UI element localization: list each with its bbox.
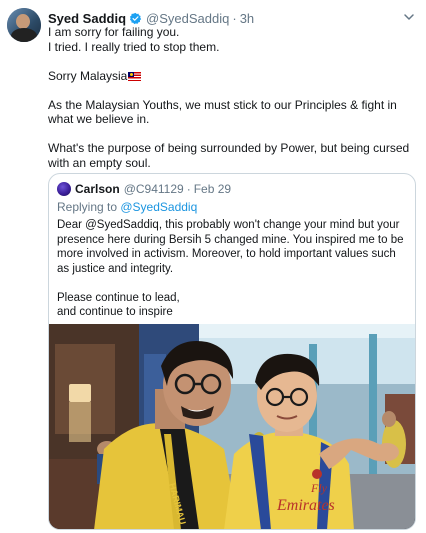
separator-dot: · bbox=[186, 182, 191, 196]
tweet-line: Sorry Malaysia bbox=[48, 69, 420, 84]
quoted-text: Dear @SyedSaddiq, this probably won't ch… bbox=[57, 218, 411, 320]
quoted-author-handle[interactable]: @C941129 bbox=[124, 182, 184, 196]
tweet-line: I tried. I really tried to stop them. bbox=[48, 39, 220, 54]
malaysia-flag-icon bbox=[128, 71, 142, 81]
quoted-line: Please continue to lead, bbox=[57, 291, 180, 304]
quoted-date[interactable]: Feb 29 bbox=[194, 182, 231, 196]
tweet-header: Syed Saddiq @SyedSaddiq · 3h bbox=[48, 10, 254, 26]
tweet-text: I am sorry for failing you. I tried. I r… bbox=[48, 25, 420, 170]
replying-to: Replying to @SyedSaddiq bbox=[57, 200, 197, 214]
tweet-paragraph: What's the purpose of being surrounded b… bbox=[48, 141, 410, 170]
sorry-text: Sorry Malaysia bbox=[48, 68, 128, 83]
quoted-tweet[interactable]: Carlson @C941129 · Feb 29 Replying to @S… bbox=[48, 173, 416, 530]
tweet[interactable]: Syed Saddiq @SyedSaddiq · 3h I am sorry … bbox=[0, 0, 426, 533]
author-name[interactable]: Syed Saddiq bbox=[48, 11, 126, 26]
quoted-paragraph: Dear @SyedSaddiq, this probably won't ch… bbox=[57, 219, 404, 275]
tweet-paragraph: As the Malaysian Youths, we must stick t… bbox=[48, 97, 397, 127]
quoted-header: Carlson @C941129 · Feb 29 bbox=[75, 182, 231, 196]
quoted-photo[interactable]: Fly Emirates HARIMAU bbox=[49, 324, 415, 529]
shirt-text: Emirates bbox=[276, 497, 335, 514]
replying-prefix: Replying to bbox=[57, 200, 121, 214]
shirt-text: Fly bbox=[310, 481, 328, 495]
replying-mention-link[interactable]: @SyedSaddiq bbox=[120, 200, 197, 214]
tweet-timestamp[interactable]: 3h bbox=[240, 11, 254, 26]
quoted-avatar[interactable] bbox=[57, 182, 71, 196]
verified-badge-icon bbox=[130, 12, 142, 24]
author-handle[interactable]: @SyedSaddiq bbox=[146, 11, 229, 26]
separator-dot: · bbox=[232, 10, 237, 26]
photo-scene: Fly Emirates HARIMAU bbox=[49, 324, 415, 529]
chevron-down-icon[interactable] bbox=[402, 10, 416, 24]
tweet-line: I am sorry for failing you. bbox=[48, 25, 180, 39]
avatar[interactable] bbox=[7, 8, 41, 42]
quoted-author-name[interactable]: Carlson bbox=[75, 182, 120, 196]
quoted-line: and continue to inspire bbox=[57, 306, 173, 318]
